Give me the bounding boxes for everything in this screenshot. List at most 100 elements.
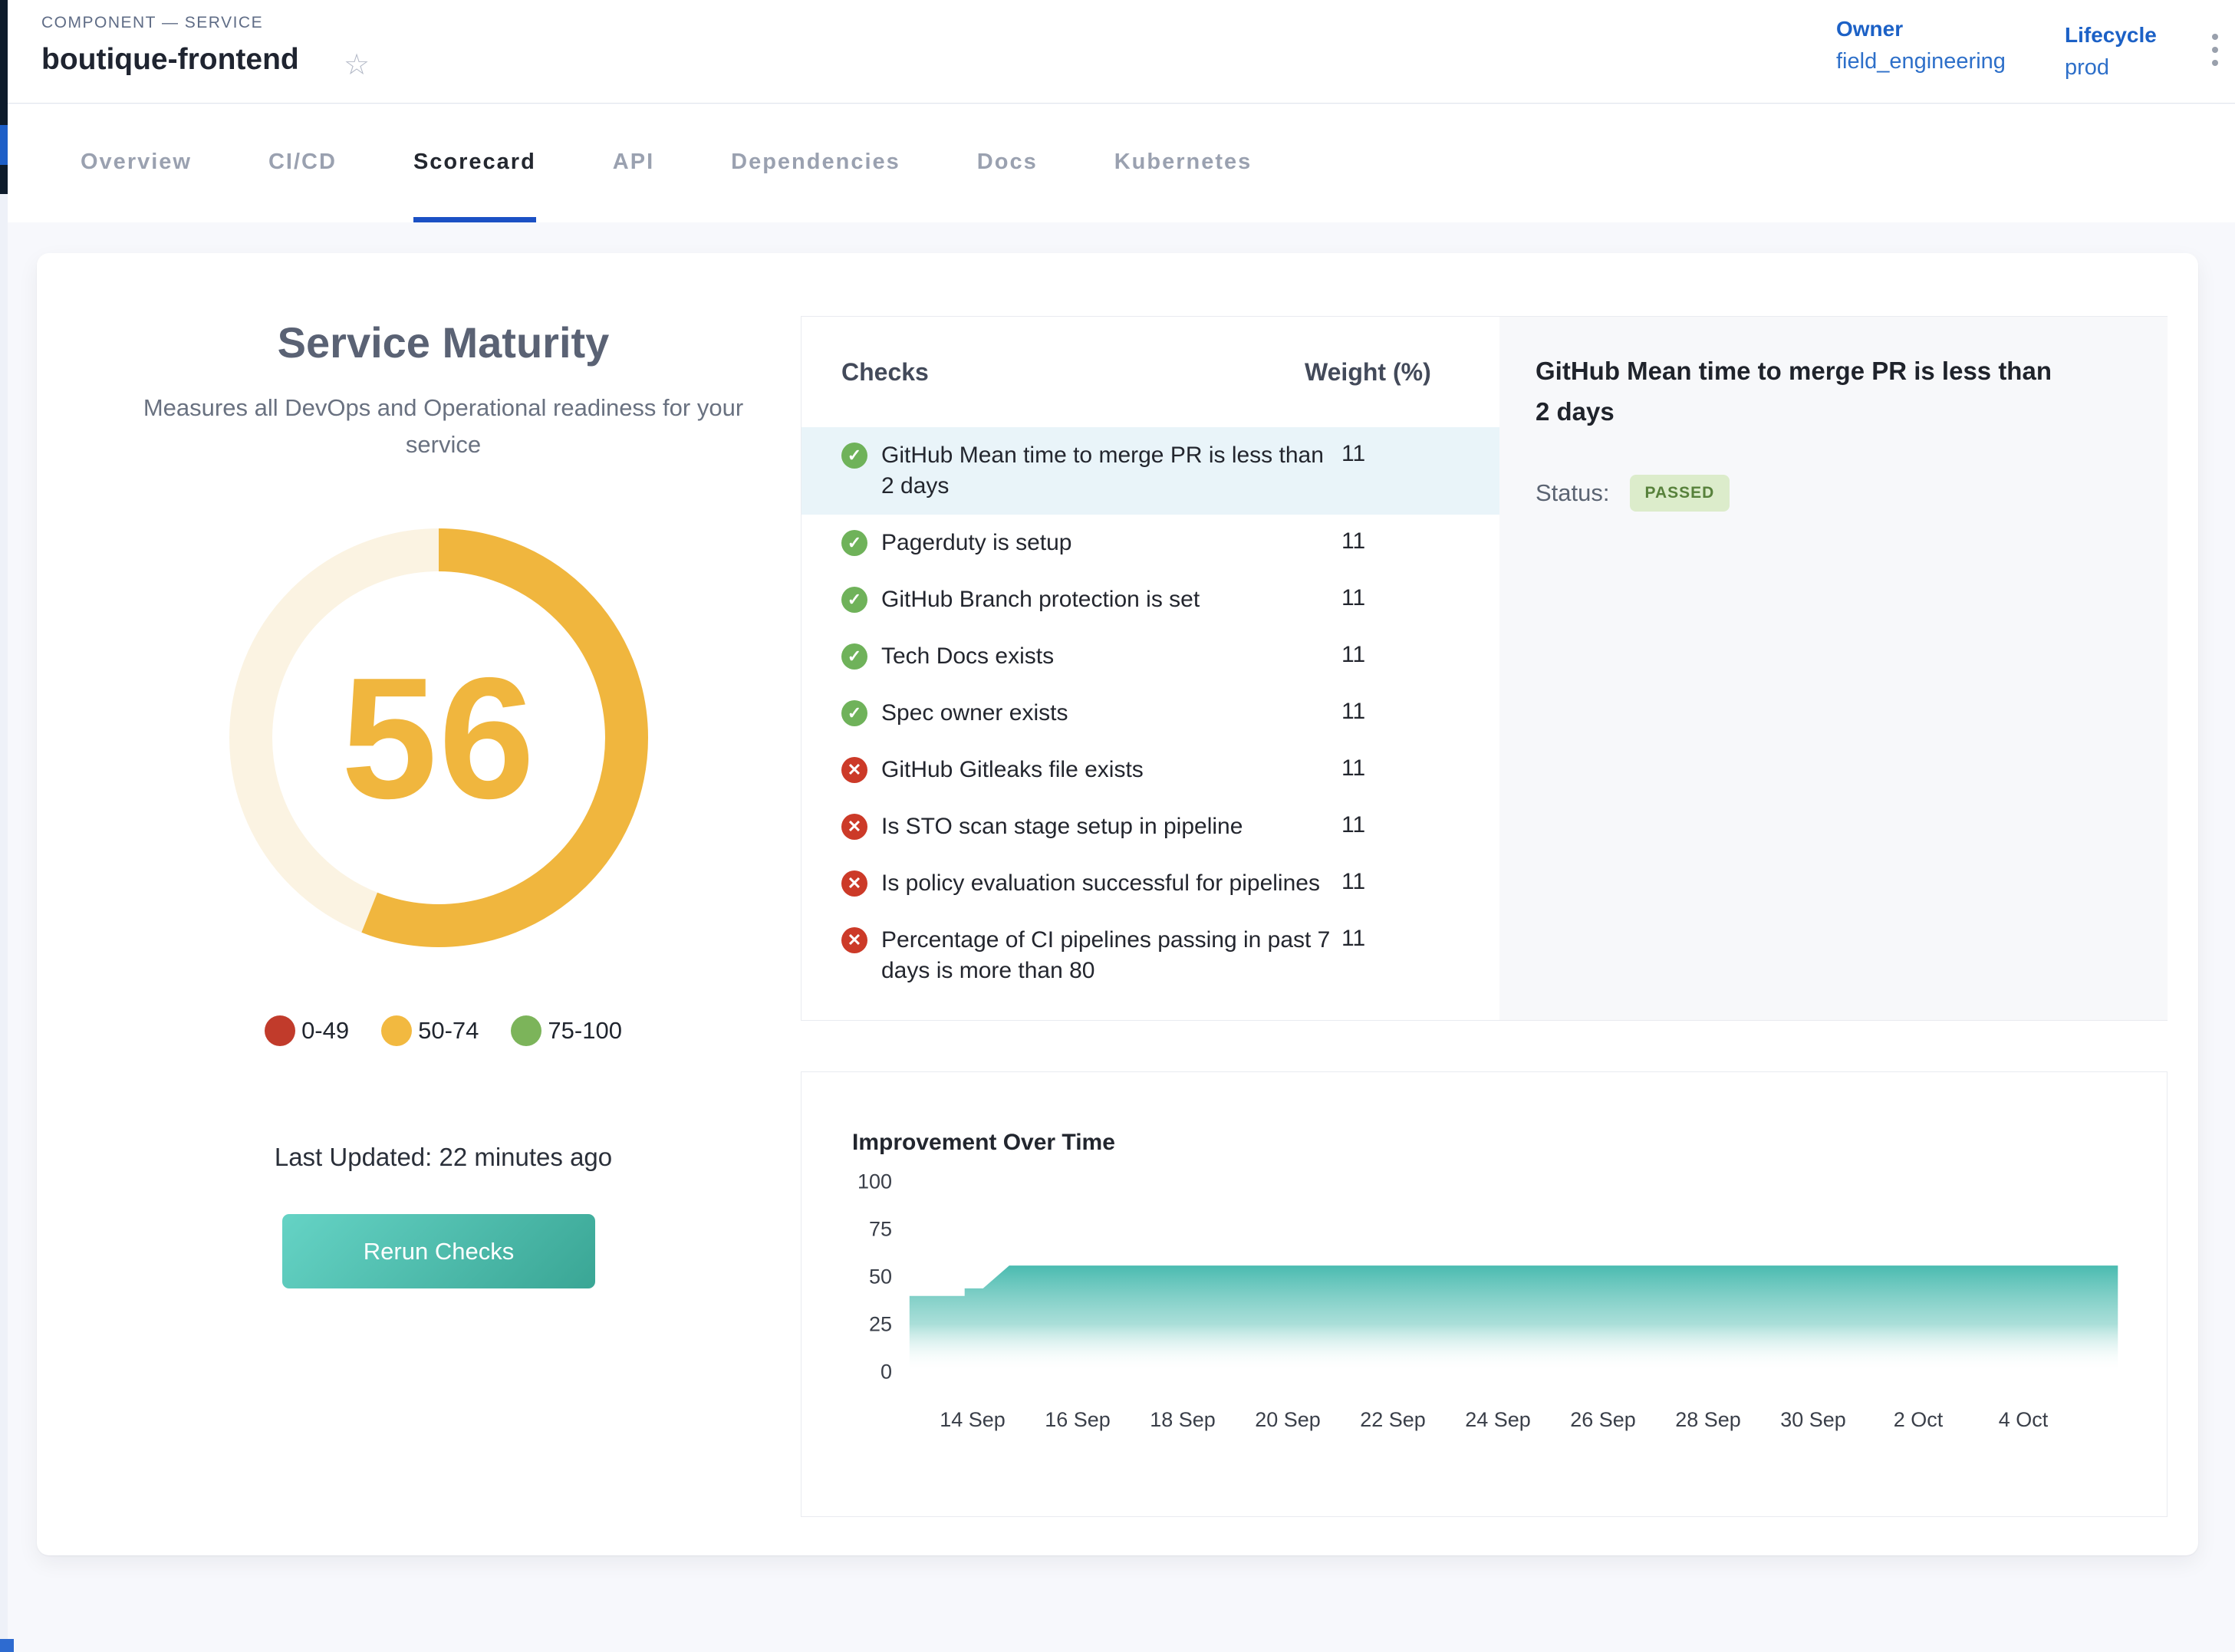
owner-label[interactable]: Owner <box>1836 17 2006 41</box>
last-updated-text: Last Updated: 22 minutes ago <box>83 1143 804 1172</box>
lifecycle-value: prod <box>2065 55 2157 81</box>
check-row[interactable]: ✓ Spec owner exists11 <box>802 685 1499 742</box>
check-passed-icon: ✓ <box>841 530 867 556</box>
collapsed-sidebar-rail[interactable] <box>0 0 8 1652</box>
check-label: GitHub Gitleaks file exists <box>881 755 1341 785</box>
legend-item: 50-74 <box>381 1015 479 1046</box>
legend-label: 50-74 <box>418 1017 479 1045</box>
status-label: Status: <box>1536 479 1610 507</box>
x-tick-label: 20 Sep <box>1255 1408 1321 1432</box>
y-tick-label: 100 <box>823 1170 892 1194</box>
check-passed-icon: ✓ <box>841 643 867 670</box>
x-tick-label: 16 Sep <box>1045 1408 1111 1432</box>
check-passed-icon: ✓ <box>841 443 867 469</box>
legend-label: 75-100 <box>548 1017 622 1045</box>
area-chart-svg <box>802 1072 2168 1518</box>
breadcrumb: COMPONENT — SERVICE <box>41 14 263 32</box>
scorecard-title: Service Maturity <box>83 318 804 367</box>
owner-value-link[interactable]: field_engineering <box>1836 49 2006 74</box>
check-weight: 11 <box>1341 698 1499 725</box>
lifecycle-label: Lifecycle <box>2065 23 2157 48</box>
check-status-row: Status: PASSED <box>1536 475 1730 512</box>
check-weight: 11 <box>1341 641 1499 668</box>
check-weight: 11 <box>1341 811 1499 838</box>
check-row[interactable]: ✕ Percentage of CI pipelines passing in p… <box>802 912 1499 999</box>
check-failed-icon: ✕ <box>841 870 867 897</box>
x-tick-label: 28 Sep <box>1675 1408 1741 1432</box>
check-label: GitHub Branch protection is set <box>881 584 1341 615</box>
x-tick-label: 18 Sep <box>1150 1408 1216 1432</box>
check-row[interactable]: ✕ Is STO scan stage setup in pipeline11 <box>802 798 1499 855</box>
x-tick-label: 30 Sep <box>1780 1408 1846 1432</box>
check-failed-icon: ✕ <box>841 927 867 953</box>
check-passed-icon: ✓ <box>841 587 867 613</box>
sidebar-rail-dark-segment <box>0 0 8 194</box>
check-weight: 11 <box>1341 528 1499 555</box>
maturity-score: 56 <box>224 523 653 953</box>
legend-item: 75-100 <box>511 1015 622 1046</box>
y-tick-label: 0 <box>823 1361 892 1384</box>
x-tick-label: 26 Sep <box>1570 1408 1636 1432</box>
tab-api[interactable]: API <box>613 104 654 222</box>
check-detail-title: GitHub Mean time to merge PR is less tha… <box>1536 350 2072 432</box>
rerun-checks-button[interactable]: Rerun Checks <box>282 1214 595 1288</box>
y-tick-label: 50 <box>823 1265 892 1289</box>
tab-dependencies[interactable]: Dependencies <box>731 104 900 222</box>
tab-scorecard[interactable]: Scorecard <box>413 104 536 222</box>
x-tick-label: 2 Oct <box>1894 1408 1944 1432</box>
check-row[interactable]: ✕ GitHub Gitleaks file exists11 <box>802 742 1499 798</box>
check-weight: 11 <box>1341 440 1499 467</box>
checks-panel: GitHub Mean time to merge PR is less tha… <box>801 316 2168 1021</box>
legend-dot <box>511 1015 541 1046</box>
check-label: Pagerduty is setup <box>881 528 1341 558</box>
tab-kubernetes[interactable]: Kubernetes <box>1114 104 1252 222</box>
owner-block: Owner field_engineering <box>1836 17 2006 74</box>
favorite-star-icon[interactable]: ☆ <box>344 48 370 82</box>
check-label: Is policy evaluation successful for pipe… <box>881 868 1341 899</box>
legend-dot <box>265 1015 295 1046</box>
check-weight: 11 <box>1341 925 1499 952</box>
checks-list-header: Checks Weight (%) <box>802 317 1499 427</box>
check-row[interactable]: ✓ Pagerduty is setup11 <box>802 515 1499 571</box>
weight-column-header: Weight (%) <box>1305 358 1499 387</box>
checks-column-header: Checks <box>841 358 929 387</box>
x-tick-label: 14 Sep <box>940 1408 1006 1432</box>
check-weight: 11 <box>1341 755 1499 782</box>
check-failed-icon: ✕ <box>841 814 867 840</box>
tab-docs[interactable]: Docs <box>977 104 1038 222</box>
x-tick-label: 4 Oct <box>1999 1408 2049 1432</box>
check-label: Is STO scan stage setup in pipeline <box>881 811 1341 842</box>
app-window: COMPONENT — SERVICE boutique-frontend ☆ … <box>0 0 2235 1652</box>
check-row[interactable]: ✓ Tech Docs exists11 <box>802 628 1499 685</box>
status-badge: PASSED <box>1630 475 1730 512</box>
check-passed-icon: ✓ <box>841 700 867 726</box>
check-weight: 11 <box>1341 868 1499 895</box>
legend-item: 0-49 <box>265 1015 349 1046</box>
page-title: boutique-frontend <box>41 43 299 77</box>
check-row[interactable]: ✕ Is policy evaluation successful for pip… <box>802 855 1499 912</box>
scorecard-subtitle: Measures all DevOps and Operational read… <box>106 390 781 463</box>
legend-dot <box>381 1015 412 1046</box>
score-legend: 0-49 50-74 75-100 <box>83 1015 804 1046</box>
improvement-chart-panel: Improvement Over Time 0255075100 14 Sep1… <box>801 1071 2168 1517</box>
tab-overview[interactable]: Overview <box>81 104 192 222</box>
maturity-gauge: 56 <box>224 523 653 953</box>
checks-list: ✓ GitHub Mean time to merge PR is less th… <box>802 427 1499 999</box>
entity-header: COMPONENT — SERVICE boutique-frontend ☆ … <box>8 0 2235 104</box>
legend-label: 0-49 <box>301 1017 349 1045</box>
kebab-menu-icon[interactable] <box>2212 34 2218 66</box>
check-row[interactable]: ✓ GitHub Mean time to merge PR is less th… <box>802 427 1499 515</box>
entity-tabs: Overview CI/CD Scorecard API Dependencies Doc… <box>8 104 2235 222</box>
sidebar-rail-bottom-accent <box>0 1639 14 1652</box>
check-label: GitHub Mean time to merge PR is less tha… <box>881 440 1341 502</box>
tab-ci-cd[interactable]: CI/CD <box>268 104 337 222</box>
check-label: Spec owner exists <box>881 698 1341 729</box>
check-label: Tech Docs exists <box>881 641 1341 672</box>
check-failed-icon: ✕ <box>841 757 867 783</box>
check-weight: 11 <box>1341 584 1499 611</box>
score-area-series <box>910 1265 2118 1372</box>
check-row[interactable]: ✓ GitHub Branch protection is set11 <box>802 571 1499 628</box>
x-tick-label: 24 Sep <box>1465 1408 1531 1432</box>
scorecard-card: Service Maturity Measures all DevOps and… <box>37 253 2198 1555</box>
check-label: Percentage of CI pipelines passing in pa… <box>881 925 1341 986</box>
